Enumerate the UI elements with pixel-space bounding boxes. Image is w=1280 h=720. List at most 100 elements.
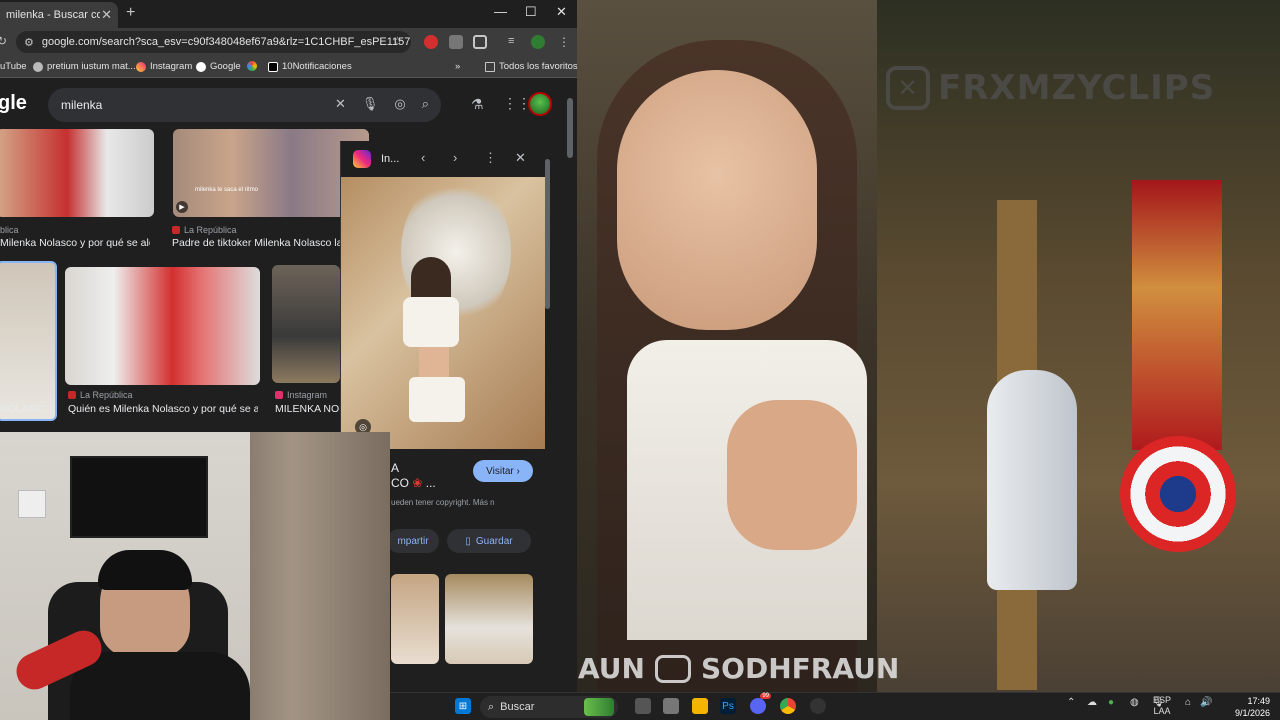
- bottom-handle: AUN SODHFRAUN: [578, 652, 900, 685]
- media-control-icon[interactable]: ≡: [508, 35, 522, 49]
- webcam-overlay: [0, 432, 390, 720]
- profile-avatar[interactable]: [531, 35, 545, 49]
- cloud-icon[interactable]: ☁: [1087, 697, 1097, 708]
- url-text: google.com/search?sca_esv=c90f348048ef67…: [41, 36, 411, 48]
- windows-start-icon[interactable]: ⊞: [455, 698, 471, 714]
- person-hands: [727, 400, 857, 550]
- bookmark-label: 10Notificaciones: [282, 61, 352, 72]
- result-title[interactable]: NOLASC...: [0, 403, 52, 415]
- page-scrollbar[interactable]: [567, 98, 573, 158]
- browser-toolbar: ↻ ⚙ google.com/search?sca_esv=c90f348048…: [0, 28, 577, 56]
- site-info-icon[interactable]: ⚙: [24, 36, 34, 49]
- streamer-hair: [98, 550, 192, 590]
- bookmark-x-notifications[interactable]: 10Notificaciones: [268, 61, 352, 72]
- result-source: La República: [68, 390, 133, 400]
- all-bookmarks-folder[interactable]: Todos los favoritos: [485, 61, 577, 72]
- tray-app-icon[interactable]: ◍: [1130, 697, 1139, 708]
- close-panel-icon[interactable]: ✕: [515, 150, 526, 166]
- lens-search-icon[interactable]: ◎: [394, 96, 405, 112]
- wall-tv: [70, 456, 208, 538]
- app-icon[interactable]: [663, 698, 679, 714]
- previous-image-icon[interactable]: ‹: [421, 150, 425, 165]
- globe-icon: [33, 61, 43, 72]
- result-title[interactable]: MILENKA NOL: [275, 403, 340, 415]
- bookmark-youtube[interactable]: uTube: [0, 61, 27, 72]
- search-icon[interactable]: ⌕: [422, 96, 429, 112]
- address-bar[interactable]: ⚙ google.com/search?sca_esv=c90f348048ef…: [16, 31, 411, 53]
- windows-taskbar: ⊞ ⌕ Buscar Ps 99 ⌃ ☁ ● ◍ 🎙 ESP LAA ⌂ 🔊 17…: [390, 692, 1280, 720]
- extension-record-icon[interactable]: [424, 35, 438, 49]
- extension-icon[interactable]: [449, 35, 463, 49]
- google-apps-icon[interactable]: ⋮⋮: [503, 95, 531, 112]
- visit-label: Visitar: [486, 465, 514, 477]
- bookmark-star-icon[interactable]: ☆: [392, 34, 403, 48]
- security-icon[interactable]: ●: [1108, 697, 1114, 708]
- image-result-5[interactable]: [272, 265, 340, 383]
- chrome-icon[interactable]: [780, 698, 796, 714]
- labs-flask-icon[interactable]: ⚗: [471, 96, 484, 113]
- photoshop-icon[interactable]: Ps: [720, 698, 736, 714]
- extensions-puzzle-icon[interactable]: [473, 35, 487, 49]
- bookmark-photos[interactable]: [247, 61, 261, 71]
- panel-source[interactable]: In...: [381, 153, 399, 165]
- la-republica-favicon: [68, 391, 76, 399]
- clear-search-icon[interactable]: ✕: [335, 96, 346, 112]
- more-options-icon[interactable]: ⋮: [484, 150, 497, 166]
- google-account-avatar[interactable]: [528, 92, 552, 116]
- all-bookmarks-label: Todos los favoritos: [499, 61, 577, 72]
- tab-google-search[interactable]: milenka - Buscar con Google ✕: [0, 2, 118, 28]
- next-image-icon[interactable]: ›: [453, 150, 457, 165]
- related-image-2[interactable]: [445, 574, 533, 664]
- bookmarks-overflow-button[interactable]: »: [455, 61, 460, 72]
- wall-plaque: [18, 490, 46, 518]
- discord-icon[interactable]: 99: [750, 693, 771, 714]
- obs-icon[interactable]: [810, 698, 826, 714]
- bookmark-pretium[interactable]: pretium iustum mat...: [33, 61, 136, 72]
- close-window-button[interactable]: ✕: [556, 4, 567, 20]
- result-source: La República: [172, 225, 237, 235]
- panel-title: A CO ❀ ...: [391, 461, 436, 490]
- taskbar-search[interactable]: ⌕ Buscar: [480, 696, 618, 718]
- panel-scrollbar[interactable]: [545, 159, 550, 309]
- image-result-1[interactable]: [0, 129, 154, 217]
- instagram-icon: [136, 61, 146, 72]
- image-result-3-selected[interactable]: [0, 261, 57, 421]
- new-tab-button[interactable]: +: [126, 4, 135, 22]
- file-explorer-icon[interactable]: [692, 698, 708, 714]
- tray-overflow-icon[interactable]: ⌃: [1067, 697, 1075, 708]
- google-logo[interactable]: gle: [0, 92, 27, 115]
- watermark-text: FRXMZYCLIPS: [938, 68, 1216, 108]
- tab-close-icon[interactable]: ✕: [101, 7, 112, 23]
- network-icon[interactable]: ⌂: [1185, 697, 1191, 708]
- task-view-icon[interactable]: [635, 698, 651, 714]
- bookmark-google[interactable]: Google: [196, 61, 241, 72]
- x-logo-icon: ✕: [886, 66, 930, 110]
- result-title[interactable]: Padre de tiktoker Milenka Nolasco la co: [172, 237, 340, 249]
- volume-icon[interactable]: 🔊: [1200, 697, 1212, 708]
- visit-button[interactable]: Visitar ›: [473, 460, 533, 482]
- preview-image[interactable]: ◎: [341, 177, 545, 449]
- folder-icon: [485, 61, 495, 72]
- result-title[interactable]: Quién es Milenka Nolasco y por qué se al…: [68, 403, 258, 415]
- clock-time: 17:49: [1247, 696, 1270, 706]
- minimize-button[interactable]: —: [494, 4, 507, 19]
- la-republica-favicon: [172, 226, 180, 234]
- image-result-4[interactable]: [65, 267, 260, 385]
- search-box[interactable]: milenka ✕ 🎙 ◎ ⌕: [48, 88, 441, 122]
- system-clock[interactable]: 17:49 9/1/2026: [1216, 695, 1270, 719]
- bookmark-instagram[interactable]: Instagram: [136, 61, 192, 72]
- reload-icon[interactable]: ↻: [0, 34, 7, 48]
- save-button[interactable]: ▯ Guardar: [447, 529, 531, 553]
- language-indicator[interactable]: ESP LAA: [1150, 695, 1174, 717]
- taskbar-search-label: Buscar: [500, 701, 535, 713]
- result-title[interactable]: Milenka Nolasco y por qué se alej...: [0, 237, 150, 249]
- thumb-caption: milenka te saca el ritmo: [195, 187, 259, 193]
- clock-date: 9/1/2026: [1234, 708, 1270, 718]
- bookmarks-bar: uTube pretium iustum mat... Instagram Go…: [0, 56, 577, 78]
- maximize-button[interactable]: ☐: [525, 4, 537, 20]
- menu-kebab-icon[interactable]: ⋮: [558, 35, 572, 49]
- related-image-1[interactable]: [391, 574, 439, 664]
- voice-search-icon[interactable]: 🎙: [362, 96, 379, 112]
- instagram-outline-icon: [654, 654, 691, 683]
- share-button[interactable]: mpartir: [387, 529, 439, 553]
